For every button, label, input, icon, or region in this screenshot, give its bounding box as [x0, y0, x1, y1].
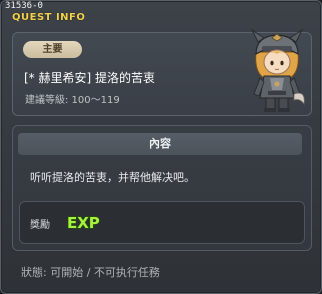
- title-bar[interactable]: 31536-0 QUEST INFO: [1, 1, 321, 27]
- quest-summary-panel: 主要 [* 赫里希安] 提洛的苦衷 建議等級: 100～119: [12, 28, 312, 116]
- quest-description: 听听提洛的苦衷，并帮他解决吧。: [30, 171, 195, 184]
- window-title: QUEST INFO: [12, 12, 86, 23]
- quest-title: [* 赫里希安] 提洛的苦衷: [24, 71, 155, 85]
- npc-portrait-icon: [250, 28, 305, 112]
- content-header: 內容: [18, 133, 302, 155]
- quest-id: 31536-0: [5, 1, 43, 11]
- exp-icon-text: EXP: [67, 214, 100, 231]
- recommended-level: 建議等級: 100～119: [25, 95, 120, 106]
- content-panel: 內容 听听提洛的苦衷，并帮他解决吧。 獎勵 EXP: [12, 125, 312, 251]
- reward-box: 獎勵 EXP: [19, 201, 305, 244]
- exp-icon[interactable]: EXP: [66, 213, 106, 231]
- reward-label: 獎勵: [30, 220, 50, 231]
- quest-status: 狀態: 可開始 / 不可执行任務: [21, 266, 160, 279]
- quest-info-window: 31536-0 QUEST INFO 主要 [* 赫里希安] 提洛的苦衷 建議等…: [0, 0, 322, 294]
- category-badge: 主要: [23, 41, 82, 58]
